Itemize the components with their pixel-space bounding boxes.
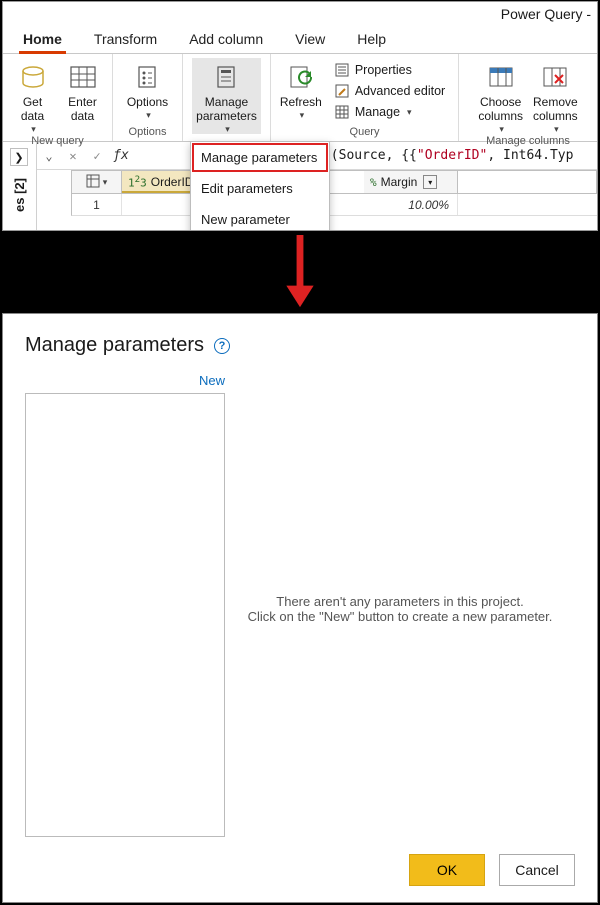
- column-header-margin[interactable]: % Margin ▾: [364, 171, 458, 193]
- properties-button[interactable]: Properties: [330, 60, 449, 80]
- queries-pane-collapsed[interactable]: ❯ es [2]: [3, 142, 37, 231]
- app-title: Power Query -: [501, 6, 591, 22]
- fx-icon[interactable]: ƒx: [109, 145, 133, 167]
- queries-pane-label: es [2]: [12, 178, 27, 212]
- tab-help[interactable]: Help: [355, 27, 388, 53]
- options-button[interactable]: Options▾: [123, 58, 172, 120]
- choose-columns-button[interactable]: Choose columns▾: [474, 58, 527, 134]
- choose-columns-icon: [487, 60, 515, 94]
- group-label-query: Query: [350, 125, 380, 139]
- manage-parameters-icon: [214, 60, 238, 94]
- expand-queries-icon[interactable]: ❯: [10, 148, 28, 166]
- row-number[interactable]: 1: [72, 194, 122, 215]
- advanced-editor-icon: [334, 83, 350, 99]
- menu-item-manage-parameters[interactable]: Manage parameters: [191, 142, 329, 173]
- ok-button[interactable]: OK: [409, 854, 485, 886]
- manage-icon: [334, 104, 350, 120]
- tab-transform[interactable]: Transform: [92, 27, 159, 53]
- options-icon: [135, 60, 159, 94]
- cell-margin-1[interactable]: 10.00%: [364, 194, 458, 215]
- new-parameter-link[interactable]: New: [199, 373, 225, 388]
- manage-button[interactable]: Manage ▾: [330, 102, 449, 122]
- parameters-list[interactable]: [25, 393, 225, 837]
- help-icon[interactable]: ?: [214, 338, 230, 354]
- accept-formula-icon[interactable]: ✓: [85, 145, 109, 167]
- data-grid: ▾ 123 OrderID % Margin ▾ 1: [71, 170, 597, 216]
- empty-state-line1: There aren't any parameters in this proj…: [276, 594, 523, 609]
- cancel-button[interactable]: Cancel: [499, 854, 575, 886]
- manage-parameters-button[interactable]: Manage parameters▾: [192, 58, 261, 134]
- manage-parameters-dialog: Manage parameters ? New There aren't any…: [2, 313, 598, 903]
- annotation-arrow: [0, 231, 600, 313]
- refresh-button[interactable]: Refresh ▾: [276, 58, 326, 120]
- tab-add-column[interactable]: Add column: [187, 27, 265, 53]
- empty-state: There aren't any parameters in this proj…: [225, 375, 575, 842]
- menu-item-new-parameter[interactable]: New parameter: [191, 204, 329, 231]
- menu-item-edit-parameters[interactable]: Edit parameters: [191, 173, 329, 204]
- manage-parameters-dropdown: Manage parameters Edit parameters New pa…: [190, 141, 330, 231]
- refresh-icon: [287, 60, 315, 94]
- tab-view[interactable]: View: [293, 27, 327, 53]
- remove-columns-button[interactable]: Remove columns▾: [529, 58, 582, 134]
- number-type-icon: 123: [128, 174, 147, 190]
- enter-data-icon: [69, 60, 97, 94]
- table-icon: [86, 174, 100, 191]
- enter-data-button[interactable]: Enter data: [59, 58, 107, 124]
- advanced-editor-button[interactable]: Advanced editor: [330, 81, 449, 101]
- tab-home[interactable]: Home: [21, 27, 64, 53]
- formula-dropdown-icon[interactable]: ⌄: [37, 145, 61, 167]
- ribbon: Get data▾ Enter data New query Options: [3, 54, 597, 142]
- column-filter-icon[interactable]: ▾: [423, 175, 437, 189]
- remove-columns-icon: [541, 60, 569, 94]
- ribbon-tabs: Home Transform Add column View Help: [3, 26, 597, 54]
- empty-state-line2: Click on the "New" button to create a ne…: [248, 609, 553, 624]
- properties-icon: [334, 62, 350, 78]
- table-corner[interactable]: ▾: [72, 171, 122, 193]
- power-query-editor-window: Power Query - Home Transform Add column …: [2, 1, 598, 231]
- get-data-icon: [20, 60, 46, 94]
- dialog-title: Manage parameters: [25, 334, 204, 357]
- cancel-formula-icon[interactable]: ✕: [61, 145, 85, 167]
- group-label-options: Options: [129, 125, 167, 139]
- title-bar: Power Query -: [3, 2, 597, 26]
- percent-type-icon: %: [370, 176, 377, 189]
- get-data-button[interactable]: Get data▾: [9, 58, 57, 134]
